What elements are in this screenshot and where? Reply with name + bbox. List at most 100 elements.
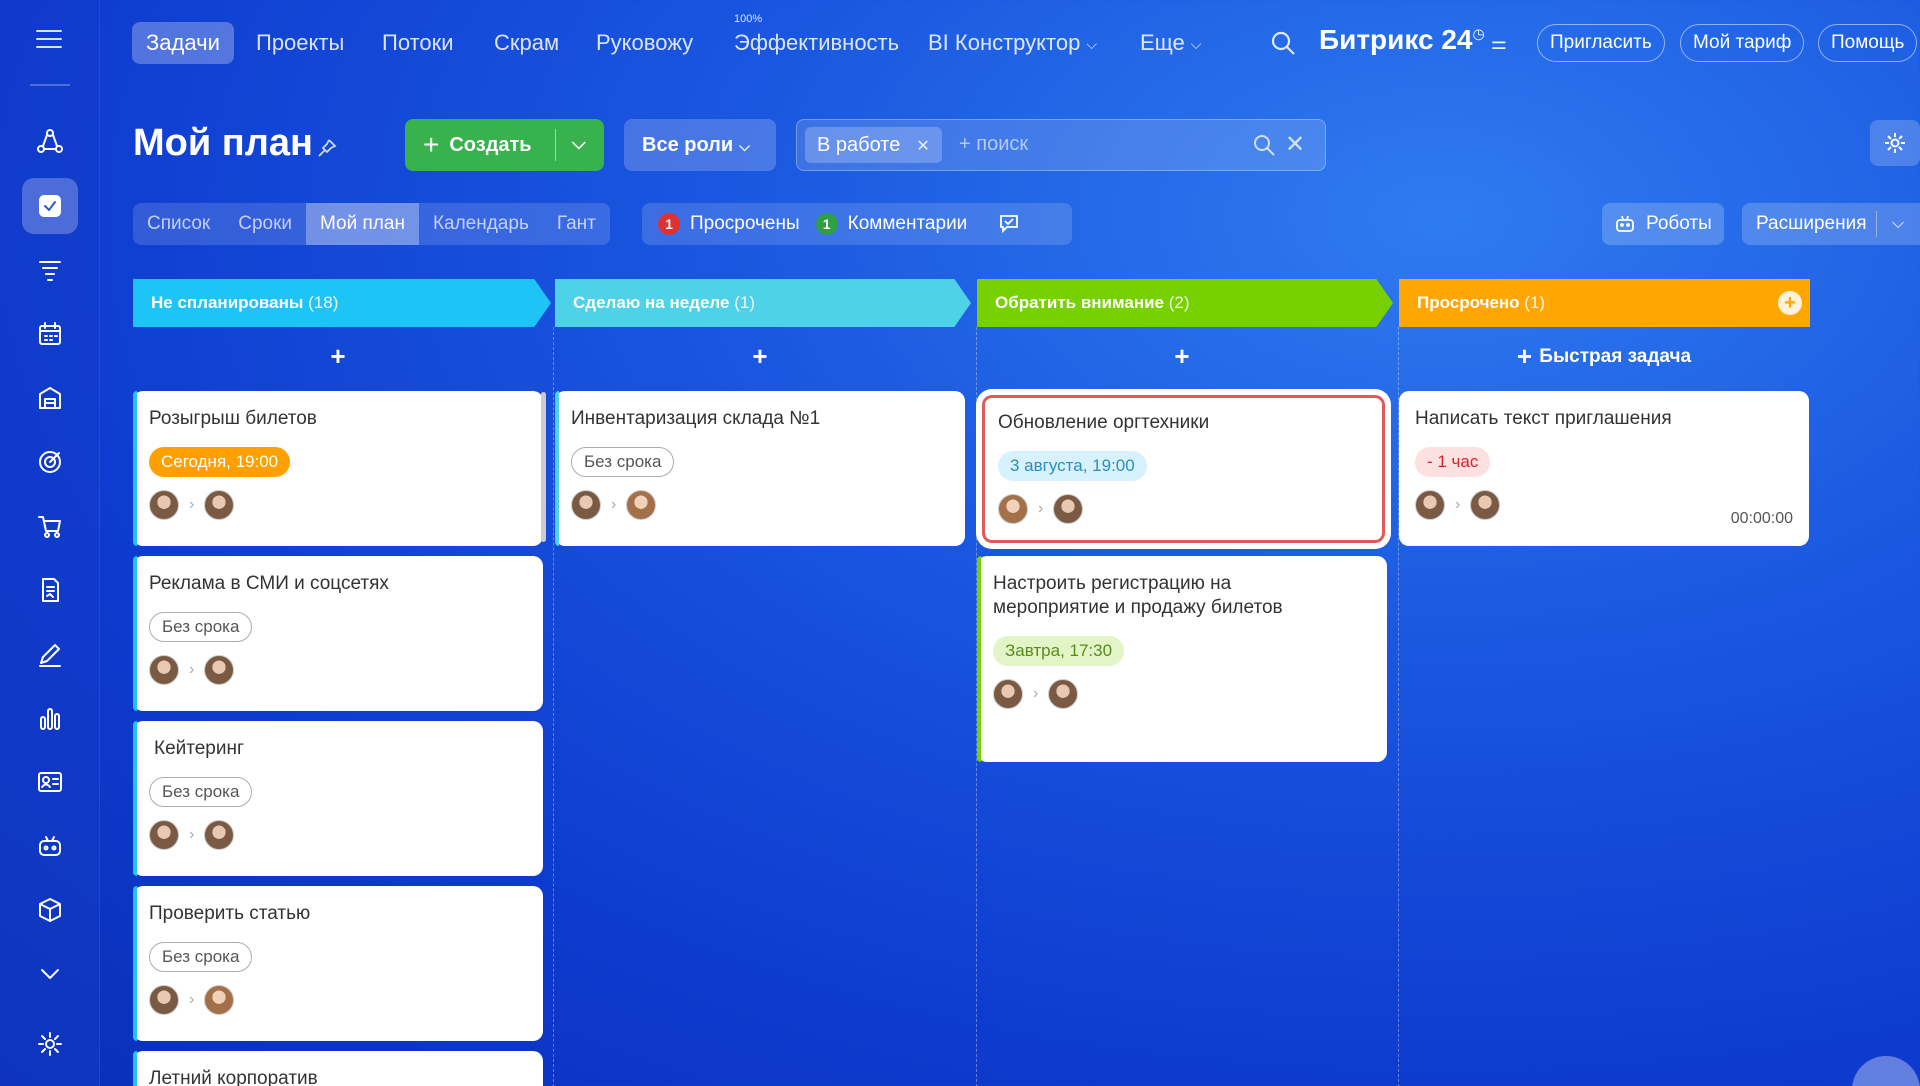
deadline-badge[interactable]: Без срока — [149, 777, 253, 807]
avatar[interactable] — [1415, 490, 1445, 520]
comments-counter[interactable]: 1 Комментарии — [815, 213, 967, 235]
add-column-icon[interactable]: + — [1778, 291, 1802, 315]
avatar[interactable] — [998, 494, 1028, 524]
chevron-down-icon[interactable]: ⌵ — [1892, 203, 1904, 245]
invite-button[interactable]: Пригласить — [1537, 24, 1665, 62]
deadline-badge[interactable]: - 1 час — [1415, 447, 1491, 477]
avatar[interactable] — [204, 985, 235, 1015]
task-title[interactable]: Проверить статью — [149, 902, 527, 926]
sidebar-item-feed[interactable] — [22, 114, 78, 170]
avatar[interactable] — [204, 820, 235, 850]
column-header[interactable]: Сделаю на неделе (1) — [555, 279, 971, 327]
avatar[interactable] — [1470, 490, 1501, 520]
avatar[interactable] — [149, 490, 179, 520]
tune-icon[interactable]: ⚌ — [1491, 33, 1507, 53]
task-card[interactable]: Написать текст приглашения - 1 час › 00:… — [1399, 391, 1809, 546]
deadline-badge[interactable]: Без срока — [149, 942, 253, 972]
tab-list[interactable]: Список — [133, 203, 224, 245]
search-icon[interactable] — [1251, 132, 1277, 158]
menu-icon[interactable] — [36, 30, 62, 52]
sidebar-item-contacts[interactable] — [22, 754, 78, 810]
avatar[interactable] — [204, 490, 235, 520]
avatar[interactable] — [626, 490, 657, 520]
deadline-badge[interactable]: Завтра, 17:30 — [993, 636, 1125, 666]
sidebar-item-crm[interactable] — [22, 242, 78, 298]
brand-logo[interactable]: Битрикс 24◷ ⚌ — [1319, 24, 1507, 56]
clear-icon[interactable]: ✕ — [1285, 130, 1305, 159]
nav-flows[interactable]: Потоки — [368, 22, 468, 64]
nav-supervising[interactable]: Руковожу — [582, 22, 707, 64]
sidebar-expand[interactable] — [22, 946, 78, 1002]
column-header[interactable]: Просрочено (1) + — [1399, 279, 1810, 327]
avatar[interactable] — [993, 679, 1023, 709]
task-card[interactable]: Инвентаризация склада №1 Без срока › — [555, 391, 965, 546]
scrollbar[interactable] — [541, 392, 546, 542]
sidebar-item-robots[interactable] — [22, 818, 78, 874]
roles-dropdown[interactable]: Все роли ⌵ — [624, 119, 776, 171]
pin-icon[interactable] — [316, 137, 338, 159]
filter-search-box[interactable]: В работе ✕ + поиск ✕ — [796, 119, 1326, 171]
add-task-button[interactable]: + — [555, 341, 965, 372]
task-title[interactable]: Обновление оргтехники — [998, 411, 1369, 435]
deadline-badge[interactable]: Без срока — [149, 612, 253, 642]
tab-deadlines[interactable]: Сроки — [224, 203, 306, 245]
task-title[interactable]: Летний корпоратив — [149, 1067, 527, 1086]
sidebar-item-sign[interactable] — [22, 626, 78, 682]
nav-bi-builder[interactable]: BI Конструктор ⌵ — [914, 22, 1111, 64]
avatar[interactable] — [204, 655, 235, 685]
task-card[interactable]: Настроить регистрацию на мероприятие и п… — [977, 556, 1387, 762]
tab-calendar[interactable]: Календарь — [419, 203, 543, 245]
column-header[interactable]: Обратить внимание (2) — [977, 279, 1393, 327]
search-input[interactable]: + поиск — [959, 133, 1028, 156]
avatar[interactable] — [149, 820, 179, 850]
robots-button[interactable]: Роботы — [1602, 203, 1724, 245]
task-title[interactable]: Реклама в СМИ и соцсетях — [149, 572, 527, 596]
my-tariff-button[interactable]: Мой тариф — [1680, 24, 1805, 62]
chevron-down-icon[interactable]: ⌵ — [572, 133, 586, 154]
deadline-badge[interactable]: Без срока — [571, 447, 675, 477]
sidebar-item-goals[interactable] — [22, 434, 78, 490]
nav-tasks[interactable]: Задачи — [132, 22, 234, 64]
add-task-button[interactable]: + — [133, 341, 543, 372]
filter-chip[interactable]: В работе ✕ — [805, 127, 942, 163]
chat-read-icon[interactable] — [997, 211, 1023, 237]
create-button[interactable]: + Создать ⌵ — [405, 119, 604, 171]
task-title[interactable]: Розыгрыш билетов — [149, 407, 527, 431]
tab-gantt[interactable]: Гант — [543, 203, 610, 245]
help-widget[interactable] — [1852, 1056, 1920, 1086]
nav-scrum[interactable]: Скрам — [480, 22, 573, 64]
sidebar-item-market[interactable] — [22, 882, 78, 938]
tab-my-plan[interactable]: Мой план — [306, 203, 419, 245]
task-card[interactable]: Летний корпоратив — [133, 1051, 543, 1086]
quick-task-button[interactable]: + Быстрая задача — [1399, 341, 1809, 372]
task-title[interactable]: Настроить регистрацию на мероприятие и п… — [993, 572, 1283, 620]
sidebar-item-store[interactable] — [22, 370, 78, 426]
deadline-badge[interactable]: 3 августа, 19:00 — [998, 451, 1147, 481]
close-icon[interactable]: ✕ — [916, 138, 929, 155]
nav-efficiency[interactable]: Эффективность — [720, 22, 913, 64]
task-card[interactable]: Проверить статью Без срока › — [133, 886, 543, 1041]
task-title[interactable]: Инвентаризация склада №1 — [571, 407, 949, 431]
search-icon[interactable] — [1268, 28, 1298, 58]
add-task-button[interactable]: + — [977, 341, 1387, 372]
overdue-counter[interactable]: 1 Просрочены — [658, 213, 800, 235]
sidebar-item-calendar[interactable] — [22, 306, 78, 362]
sidebar-item-analytics[interactable] — [22, 690, 78, 746]
help-button[interactable]: Помощь — [1818, 24, 1918, 62]
task-card[interactable]: Кейтеринг Без срока › — [133, 721, 543, 876]
avatar[interactable] — [1048, 679, 1079, 709]
sidebar-settings[interactable] — [22, 1016, 78, 1072]
sidebar-item-tasks[interactable] — [22, 178, 78, 234]
nav-projects[interactable]: Проекты — [242, 22, 358, 64]
column-header[interactable]: Не спланированы (18) — [133, 279, 551, 327]
avatar[interactable] — [149, 655, 179, 685]
avatar[interactable] — [149, 985, 179, 1015]
task-card[interactable]: Реклама в СМИ и соцсетях Без срока › — [133, 556, 543, 711]
task-title[interactable]: Написать текст приглашения — [1415, 407, 1793, 431]
avatar[interactable] — [1053, 494, 1084, 524]
settings-button[interactable] — [1870, 120, 1920, 166]
task-title[interactable]: Кейтеринг — [149, 737, 527, 761]
nav-more[interactable]: Еще ⌵ — [1126, 22, 1215, 64]
time-tracker[interactable]: 00:00:00 — [1731, 510, 1793, 528]
task-card[interactable]: Розыгрыш билетов Сегодня, 19:00 › — [133, 391, 543, 546]
